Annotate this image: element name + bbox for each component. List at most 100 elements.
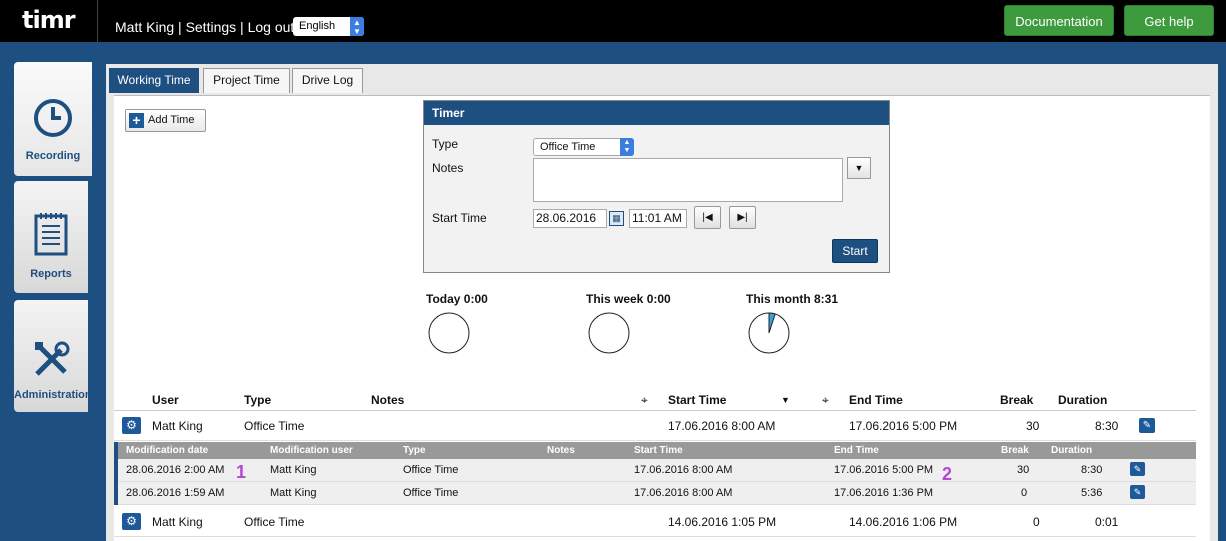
history-header-mod-user: Modification user <box>270 445 353 456</box>
stat-today: Today 0:00 <box>426 292 488 306</box>
logo-text: timr <box>22 6 76 34</box>
sidebar-item-recording[interactable]: Recording <box>14 62 92 176</box>
type-label: Type <box>432 137 459 151</box>
history-row: 28.06.2016 1:59 AM Matt King Office Time… <box>118 482 1196 505</box>
sidebar-item-administration[interactable]: Administration <box>14 300 92 412</box>
notes-dropdown-button[interactable]: ▼ <box>847 157 871 179</box>
plus-icon: + <box>129 113 144 128</box>
clock-icon <box>34 99 72 137</box>
start-time-input[interactable]: 11:01 AM <box>629 209 687 228</box>
cell-end-time: 17.06.2016 5:00 PM <box>849 419 958 433</box>
history-start-time: 17.06.2016 8:00 AM <box>634 464 733 476</box>
tab-drive-log[interactable]: Drive Log <box>292 68 363 93</box>
grid-header: User Type Notes ⌖ Start Time ▼ ⌖ End Tim… <box>114 389 1196 411</box>
get-help-button[interactable]: Get help <box>1124 5 1214 36</box>
cell-break: 0 <box>1033 515 1040 529</box>
calendar-icon[interactable]: ▦ <box>609 211 624 226</box>
history-header-duration: Duration <box>1051 445 1093 456</box>
cell-user: Matt King <box>152 419 203 433</box>
cell-start-time: 14.06.2016 1:05 PM <box>668 515 777 529</box>
history-duration: 5:36 <box>1081 487 1103 499</box>
history-mod-date: 28.06.2016 2:00 AM <box>126 464 225 476</box>
history-header: Modification date Modification user Type… <box>118 442 1196 459</box>
timer-panel: Timer Type Office Time ▲ ▼ Notes ▼ Start … <box>423 100 890 273</box>
table-row[interactable]: ⚙ Matt King Office Time 17.06.2016 8:00 … <box>114 411 1196 441</box>
history-mod-user: Matt King <box>270 487 317 499</box>
history-end-time: 17.06.2016 5:00 PM <box>834 464 934 476</box>
history-mod-date: 28.06.2016 1:59 AM <box>126 487 225 499</box>
history-header-type: Type <box>403 445 426 456</box>
sidebar-item-reports[interactable]: Reports <box>14 181 88 293</box>
notepad-icon <box>34 213 68 256</box>
header-end-time[interactable]: End Time <box>849 389 903 411</box>
previous-time-button[interactable]: |◀ <box>694 206 721 229</box>
history-end-time: 17.06.2016 1:36 PM <box>834 487 934 499</box>
crosshair-icon[interactable]: ⌖ <box>641 389 648 411</box>
tab-working-time[interactable]: Working Time <box>109 68 199 93</box>
notes-label: Notes <box>432 161 464 175</box>
type-value: Office Time <box>540 141 596 153</box>
history-header-end-time: End Time <box>834 445 879 456</box>
edit-icon[interactable]: ✎ <box>1130 485 1145 499</box>
crosshair-icon[interactable]: ⌖ <box>822 389 829 411</box>
language-select[interactable]: English ▲ ▼ <box>293 17 364 36</box>
history-mod-user: Matt King <box>270 464 317 476</box>
stat-this-month: This month 8:31 <box>746 292 839 306</box>
pie-today <box>428 312 470 354</box>
header-duration[interactable]: Duration <box>1058 389 1107 411</box>
history-duration: 8:30 <box>1081 464 1103 476</box>
edit-icon[interactable]: ✎ <box>1130 462 1145 476</box>
main-panel: Working Time Project Time Drive Log + Ad… <box>106 64 1218 541</box>
timr-logo[interactable]: timr <box>22 6 76 34</box>
top-bar: timr Matt King | Settings | Log out | En… <box>0 0 1226 42</box>
start-button[interactable]: Start <box>832 239 878 263</box>
edit-icon[interactable]: ✎ <box>1139 418 1155 433</box>
annotation-marker-1: 1 <box>236 462 247 482</box>
tab-content: + Add Time Timer Type Office Time ▲ ▼ Not… <box>114 95 1210 541</box>
sidebar-item-label: Administration <box>14 389 92 401</box>
header-type[interactable]: Type <box>244 389 271 411</box>
cell-duration: 0:01 <box>1095 515 1119 529</box>
cell-user: Matt King <box>152 515 203 529</box>
sidebar-item-label: Reports <box>30 268 72 280</box>
documentation-button[interactable]: Documentation <box>1004 5 1114 36</box>
add-time-button[interactable]: + Add Time <box>125 109 206 132</box>
header-user[interactable]: User <box>152 389 179 411</box>
header-break[interactable]: Break <box>1000 389 1033 411</box>
history-break: 0 <box>1021 487 1028 499</box>
start-date-input[interactable]: 28.06.2016 <box>533 209 607 228</box>
nav-separator: | <box>178 19 182 35</box>
table-row[interactable]: ⚙ Matt King Office Time 14.06.2016 1:05 … <box>114 507 1196 537</box>
cell-duration: 8:30 <box>1095 419 1119 433</box>
nav-separator: | <box>240 19 244 35</box>
pie-this-week <box>588 312 630 354</box>
sort-desc-icon[interactable]: ▼ <box>781 389 790 411</box>
next-time-button[interactable]: ▶| <box>729 206 756 229</box>
type-select[interactable]: Office Time ▲ ▼ <box>533 138 634 156</box>
language-value: English <box>299 20 336 32</box>
select-arrows-icon: ▲ ▼ <box>620 138 634 156</box>
history-break: 30 <box>1017 464 1030 476</box>
sidebar-item-label: Recording <box>25 150 81 162</box>
settings-link[interactable]: Settings <box>186 19 237 35</box>
user-name-link[interactable]: Matt King <box>115 19 174 35</box>
cell-end-time: 14.06.2016 1:06 PM <box>849 515 958 529</box>
logout-link[interactable]: Log out <box>248 19 295 35</box>
history-header-start-time: Start Time <box>634 445 683 456</box>
divider <box>97 0 98 42</box>
header-notes[interactable]: Notes <box>371 389 404 411</box>
history-type: Office Time <box>403 487 459 499</box>
modification-history: Modification date Modification user Type… <box>114 442 1196 505</box>
history-start-time: 17.06.2016 8:00 AM <box>634 487 733 499</box>
user-nav: Matt King | Settings | Log out | <box>115 19 302 35</box>
tab-project-time[interactable]: Project Time <box>203 68 290 93</box>
skip-forward-icon: ▶| <box>737 212 748 223</box>
gear-icon[interactable]: ⚙ <box>122 417 141 434</box>
timer-title: Timer <box>424 101 889 125</box>
pie-this-month <box>748 312 790 354</box>
history-header-break: Break <box>1001 445 1029 456</box>
notes-input[interactable] <box>533 158 843 202</box>
header-start-time[interactable]: Start Time <box>668 389 726 411</box>
gear-icon[interactable]: ⚙ <box>122 513 141 530</box>
cell-break: 30 <box>1026 419 1040 433</box>
